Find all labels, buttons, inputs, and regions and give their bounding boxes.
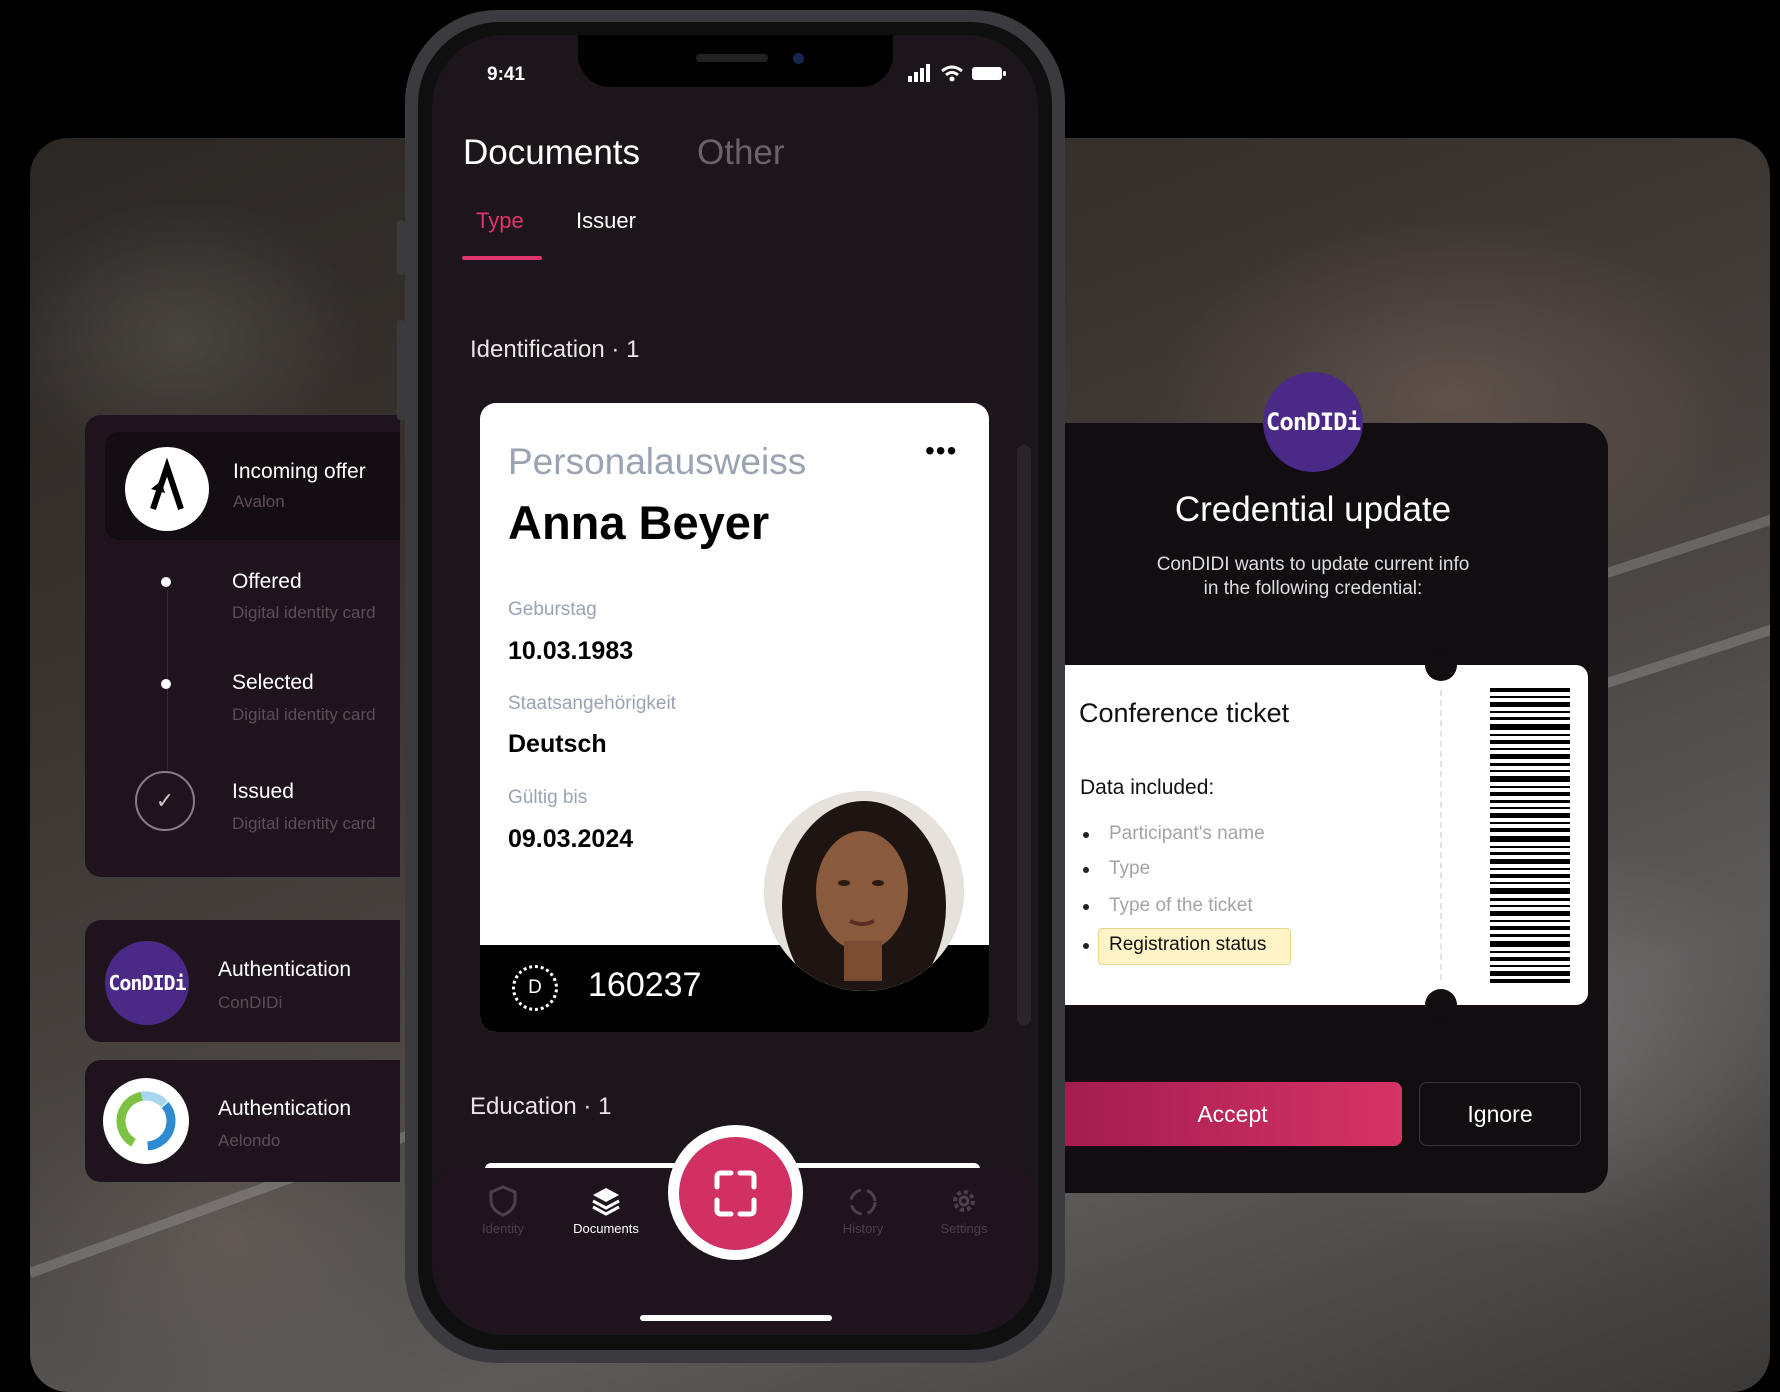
data-included-label: Data included: — [1080, 776, 1215, 799]
timeline-step-title: Selected — [232, 671, 314, 694]
issuer-mark-icon: D — [512, 965, 558, 1011]
document-number: 160237 — [588, 966, 702, 1004]
tab-issuer[interactable]: Issuer — [576, 208, 636, 234]
nav-documents[interactable]: Documents — [551, 1185, 661, 1236]
tab-type[interactable]: Type — [476, 208, 524, 234]
ticket-data-item: Participant's name — [1109, 823, 1265, 844]
phone-side-button — [397, 320, 405, 420]
avalon-a-icon — [150, 457, 184, 510]
auth-issuer: ConDIDi — [218, 993, 283, 1012]
timeline-dot — [161, 679, 171, 689]
ticket-perforation — [1440, 690, 1442, 980]
timeline-dot — [161, 577, 171, 587]
gear-icon — [953, 1190, 975, 1212]
ticket-notch — [1425, 989, 1457, 1021]
list-bullet — [1083, 867, 1089, 873]
portrait-illustration — [764, 791, 964, 991]
battery-icon — [972, 67, 1002, 80]
id-card[interactable]: Personalausweiss ••• Anna Beyer Gebursta… — [480, 403, 989, 1032]
timeline-step-subtitle: Digital identity card — [232, 814, 376, 833]
aelondo-logo — [103, 1078, 189, 1164]
nav-label: History — [842, 1221, 884, 1236]
check-icon: ✓ — [135, 771, 195, 831]
segment-documents[interactable]: Documents — [463, 133, 640, 173]
timeline-step-subtitle: Digital identity card — [232, 603, 376, 622]
timeline-step-title: Offered — [232, 570, 302, 593]
segment-other[interactable]: Other — [697, 133, 785, 173]
ignore-button[interactable]: Ignore — [1419, 1082, 1581, 1146]
accept-button[interactable]: Accept — [1063, 1082, 1402, 1146]
scan-button[interactable] — [679, 1137, 792, 1250]
section-education: Education · 1 — [470, 1093, 612, 1120]
condidi-logo: ConDIDi — [105, 941, 189, 1025]
auth-title: Authentication — [218, 1097, 352, 1120]
status-icons — [908, 64, 1006, 82]
history-icon — [849, 1188, 877, 1216]
scrollbar[interactable] — [1017, 445, 1031, 1025]
nav-identity[interactable]: Identity — [448, 1185, 558, 1236]
dialog-description-line: in the following credential: — [1203, 578, 1423, 599]
ticket-data-item: Type of the ticket — [1109, 895, 1253, 916]
nav-label: Settings — [940, 1221, 988, 1236]
field-value: Deutsch — [508, 730, 607, 758]
field-label: Gültig bis — [508, 787, 588, 808]
ticket-data-item-highlighted: Registration status — [1109, 934, 1267, 955]
field-label: Staatsangehörigkeit — [508, 693, 676, 714]
auth-issuer: Aelondo — [218, 1131, 281, 1150]
list-bullet — [1083, 832, 1089, 838]
more-icon[interactable]: ••• — [925, 437, 957, 465]
shield-icon — [489, 1185, 517, 1217]
field-label: Geburstag — [508, 599, 597, 620]
ticket-title: Conference ticket — [1079, 698, 1290, 728]
offer-issuer: Avalon — [233, 492, 285, 511]
list-bullet — [1083, 943, 1089, 949]
portrait-photo — [764, 791, 964, 991]
nav-label: Documents — [573, 1221, 639, 1236]
nav-settings[interactable]: Settings — [909, 1185, 1019, 1236]
dialog-description-line: ConDIDI wants to update current info — [1156, 554, 1470, 575]
section-label: Identification — [470, 336, 605, 363]
timeline-step-subtitle: Digital identity card — [232, 705, 376, 724]
layers-icon — [592, 1188, 620, 1216]
dialog-description: ConDIDI wants to update current info in … — [1063, 553, 1563, 601]
offer-title: Incoming offer — [233, 460, 366, 483]
phone-side-button — [397, 220, 405, 275]
nav-label: Identity — [482, 1221, 524, 1236]
wifi-dot — [949, 76, 955, 82]
scan-frame-icon — [714, 1170, 757, 1217]
barcode — [1490, 688, 1570, 983]
timeline-step-title: Issued — [232, 780, 294, 803]
card-type: Personalausweiss — [508, 441, 807, 482]
dialog-title: Credential update — [1174, 490, 1452, 529]
ticket-notch — [1425, 649, 1457, 681]
field-value: 09.03.2024 — [508, 825, 634, 853]
section-count: 1 — [598, 1093, 612, 1120]
home-indicator — [640, 1315, 832, 1321]
section-label: Education — [470, 1093, 577, 1120]
auth-title: Authentication — [218, 958, 352, 981]
list-bullet — [1083, 904, 1089, 910]
section-identification: Identification · 1 — [470, 336, 640, 363]
phone-speaker — [696, 54, 768, 62]
signal-icon — [908, 64, 930, 82]
ticket-data-item: Type — [1109, 858, 1151, 879]
aelondo-ring-icon — [116, 1091, 176, 1151]
field-value: 10.03.1983 — [508, 637, 634, 665]
status-time: 9:41 — [487, 64, 526, 85]
wifi-icon — [941, 65, 963, 77]
condidi-badge: ConDIDi — [1263, 372, 1363, 472]
battery-tip — [1003, 71, 1006, 76]
avalon-logo — [125, 447, 209, 531]
phone-camera — [793, 53, 804, 64]
nav-history[interactable]: History — [808, 1185, 918, 1236]
card-holder-name: Anna Beyer — [508, 496, 770, 549]
active-tab-indicator — [462, 256, 542, 260]
section-count: 1 — [626, 336, 640, 363]
